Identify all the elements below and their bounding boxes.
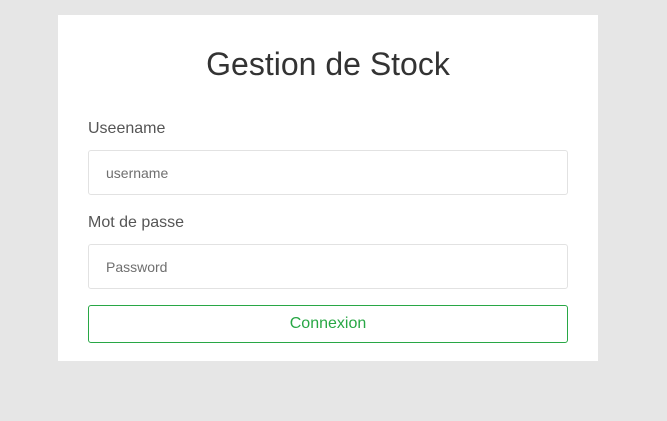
password-input[interactable] <box>88 244 568 289</box>
login-button[interactable]: Connexion <box>88 305 568 343</box>
page-title: Gestion de Stock <box>206 46 450 82</box>
username-input[interactable] <box>88 150 568 195</box>
password-label: Mot de passe <box>88 214 185 231</box>
username-label: Useename <box>88 120 166 137</box>
login-card: Gestion de Stock Useename Mot de passe C… <box>58 15 598 361</box>
